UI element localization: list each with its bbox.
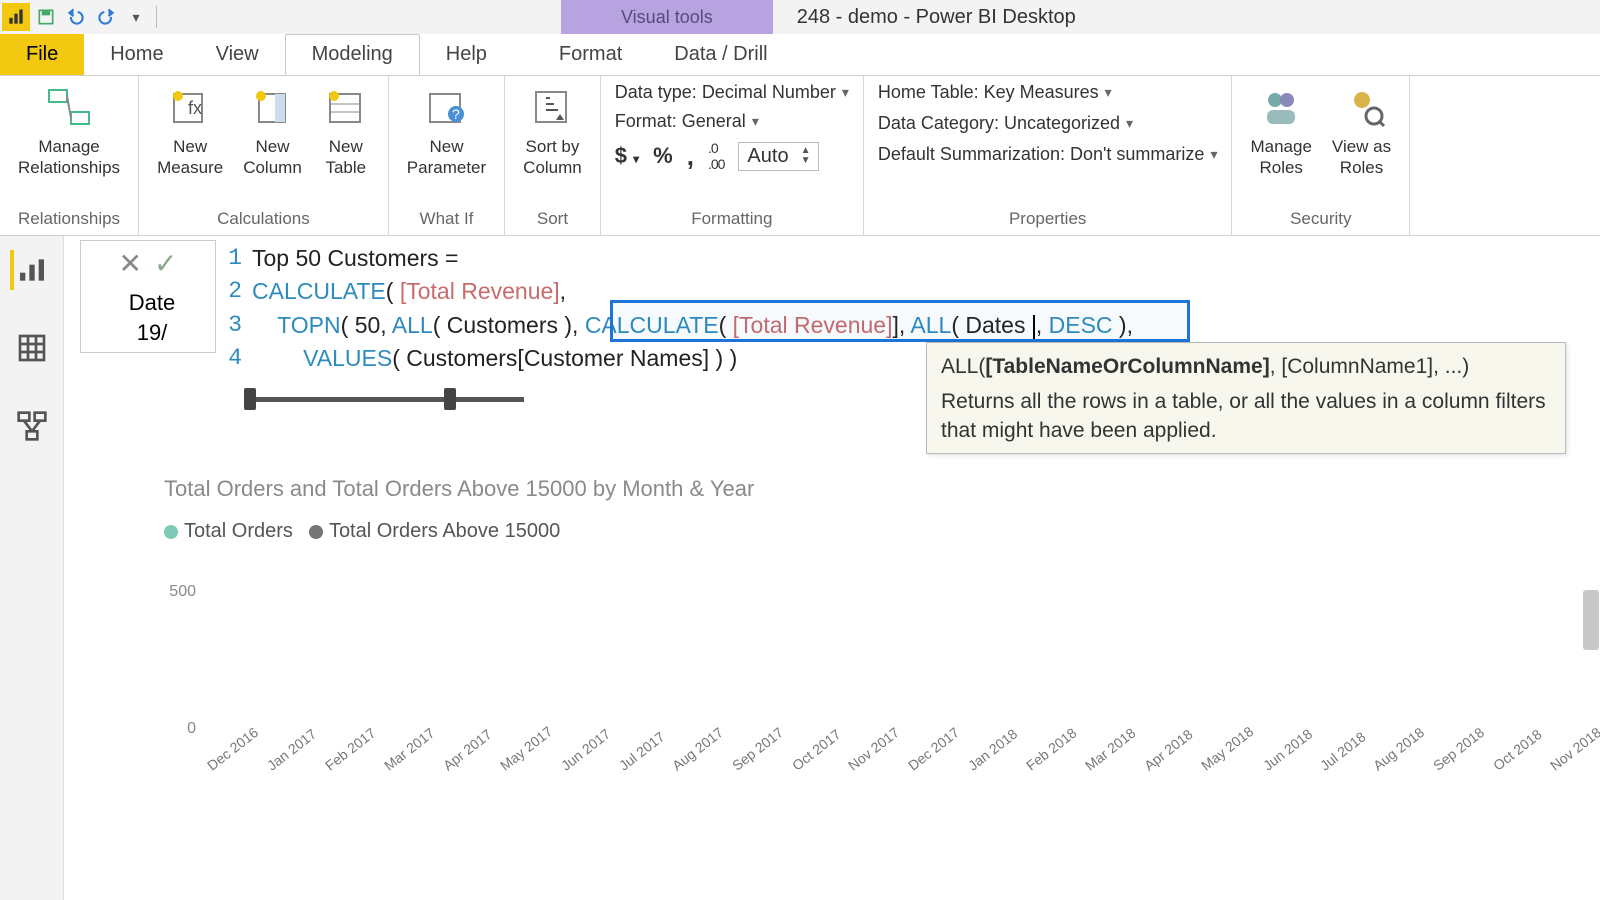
cancel-formula-button[interactable]: ✕ (119, 247, 142, 280)
group-formatting-label: Formatting (601, 205, 863, 235)
data-view-button[interactable] (12, 328, 52, 368)
tab-help[interactable]: Help (420, 34, 513, 75)
contextual-tab-header: Visual tools (561, 0, 773, 34)
legend-dot-teal (164, 525, 178, 539)
new-column-button[interactable]: New Column (233, 80, 312, 179)
commit-formula-button[interactable]: ✓ (154, 247, 177, 280)
view-as-roles-button[interactable]: View as Roles (1322, 80, 1401, 179)
undo-icon[interactable] (62, 3, 90, 31)
y-tick-0: 0 (187, 720, 196, 738)
group-security-label: Security (1232, 205, 1409, 235)
x-tick-label: Oct 2018 (1490, 726, 1545, 774)
x-axis-labels: Dec 2016Jan 2017Feb 2017Mar 2017Apr 2017… (204, 757, 1484, 777)
decimal-icon[interactable]: .0.00 (708, 140, 724, 172)
manage-relationships-button[interactable]: Manage Relationships (8, 80, 130, 179)
new-parameter-button[interactable]: ? New Parameter (397, 80, 496, 179)
roles-icon (1257, 84, 1305, 132)
slicer-field-label: Date (121, 286, 175, 316)
view-roles-icon (1338, 84, 1386, 132)
vertical-scrollbar-thumb[interactable] (1583, 590, 1599, 650)
ribbon-tabs: File Home View Modeling Help Format Data… (0, 34, 1600, 76)
new-table-button[interactable]: New Table (312, 80, 380, 179)
sort-icon (528, 84, 576, 132)
parameter-icon: ? (422, 84, 470, 132)
currency-icon[interactable]: $ ▾ (615, 143, 639, 169)
svg-text:?: ? (452, 106, 460, 122)
slicer-value-label: 19/ (129, 316, 168, 352)
formula-bar: ✕ ✓ Date 19/ 1Top 50 Customers = 2CALCUL… (64, 236, 1600, 377)
new-measure-button[interactable]: fx New Measure (147, 80, 233, 179)
data-category-dropdown[interactable]: Data Category: Uncategorized (878, 113, 1218, 134)
group-relationships-label: Relationships (0, 205, 138, 235)
save-icon[interactable] (32, 3, 60, 31)
tab-view[interactable]: View (190, 34, 285, 75)
data-type-dropdown[interactable]: Data type: Decimal Number (615, 82, 849, 103)
ribbon-body: Manage Relationships Relationships fx Ne… (0, 76, 1600, 236)
date-range-slicer[interactable] (244, 386, 524, 412)
window-title: 248 - demo - Power BI Desktop (773, 6, 1076, 29)
relationships-icon (45, 84, 93, 132)
x-tick-label: Nov 2018 (1547, 724, 1600, 774)
intellisense-tooltip: ALL([TableNameOrColumnName], [ColumnName… (926, 342, 1566, 454)
sort-by-column-button[interactable]: Sort by Column (513, 80, 592, 179)
percent-icon[interactable]: % (653, 143, 673, 169)
chart-visual[interactable]: Total Orders and Total Orders Above 1500… (164, 476, 1484, 773)
tab-modeling[interactable]: Modeling (285, 34, 420, 75)
format-dropdown[interactable]: Format: General (615, 111, 849, 132)
report-view-button[interactable] (10, 250, 50, 290)
tab-format[interactable]: Format (533, 34, 648, 75)
y-tick-500: 500 (169, 583, 196, 601)
dax-editor[interactable]: 1Top 50 Customers = 2CALCULATE( [Total R… (216, 240, 1600, 377)
home-table-dropdown[interactable]: Home Table: Key Measures (878, 82, 1218, 103)
view-nav-rail (0, 236, 64, 900)
legend-dot-grey (309, 525, 323, 539)
quick-access-toolbar: ▾ (0, 3, 161, 31)
group-whatif-label: What If (389, 205, 504, 235)
chart-legend: Total Orders Total Orders Above 15000 (164, 520, 1484, 543)
chart-plot-area (204, 553, 1484, 747)
column-icon (249, 84, 297, 132)
redo-icon[interactable] (92, 3, 120, 31)
default-summarization-dropdown[interactable]: Default Summarization: Don't summarize (878, 144, 1218, 165)
model-view-button[interactable] (12, 406, 52, 446)
group-sort-label: Sort (505, 205, 600, 235)
manage-roles-button[interactable]: Manage Roles (1240, 80, 1321, 179)
tab-file[interactable]: File (0, 34, 84, 75)
group-calculations-label: Calculations (139, 205, 388, 235)
chart-title: Total Orders and Total Orders Above 1500… (164, 476, 1484, 502)
group-properties-label: Properties (864, 205, 1232, 235)
table-icon (322, 84, 370, 132)
tab-home[interactable]: Home (84, 34, 189, 75)
svg-text:fx: fx (188, 98, 202, 118)
decimal-auto-stepper[interactable]: Auto ▲▼ (738, 142, 819, 171)
measure-icon: fx (166, 84, 214, 132)
qat-customize-icon[interactable]: ▾ (122, 3, 150, 31)
title-bar: ▾ Visual tools 248 - demo - Power BI Des… (0, 0, 1600, 34)
tab-data-drill[interactable]: Data / Drill (648, 34, 793, 75)
comma-icon[interactable]: , (687, 141, 694, 172)
selection-highlight (610, 300, 1190, 342)
app-icon[interactable] (2, 3, 30, 31)
